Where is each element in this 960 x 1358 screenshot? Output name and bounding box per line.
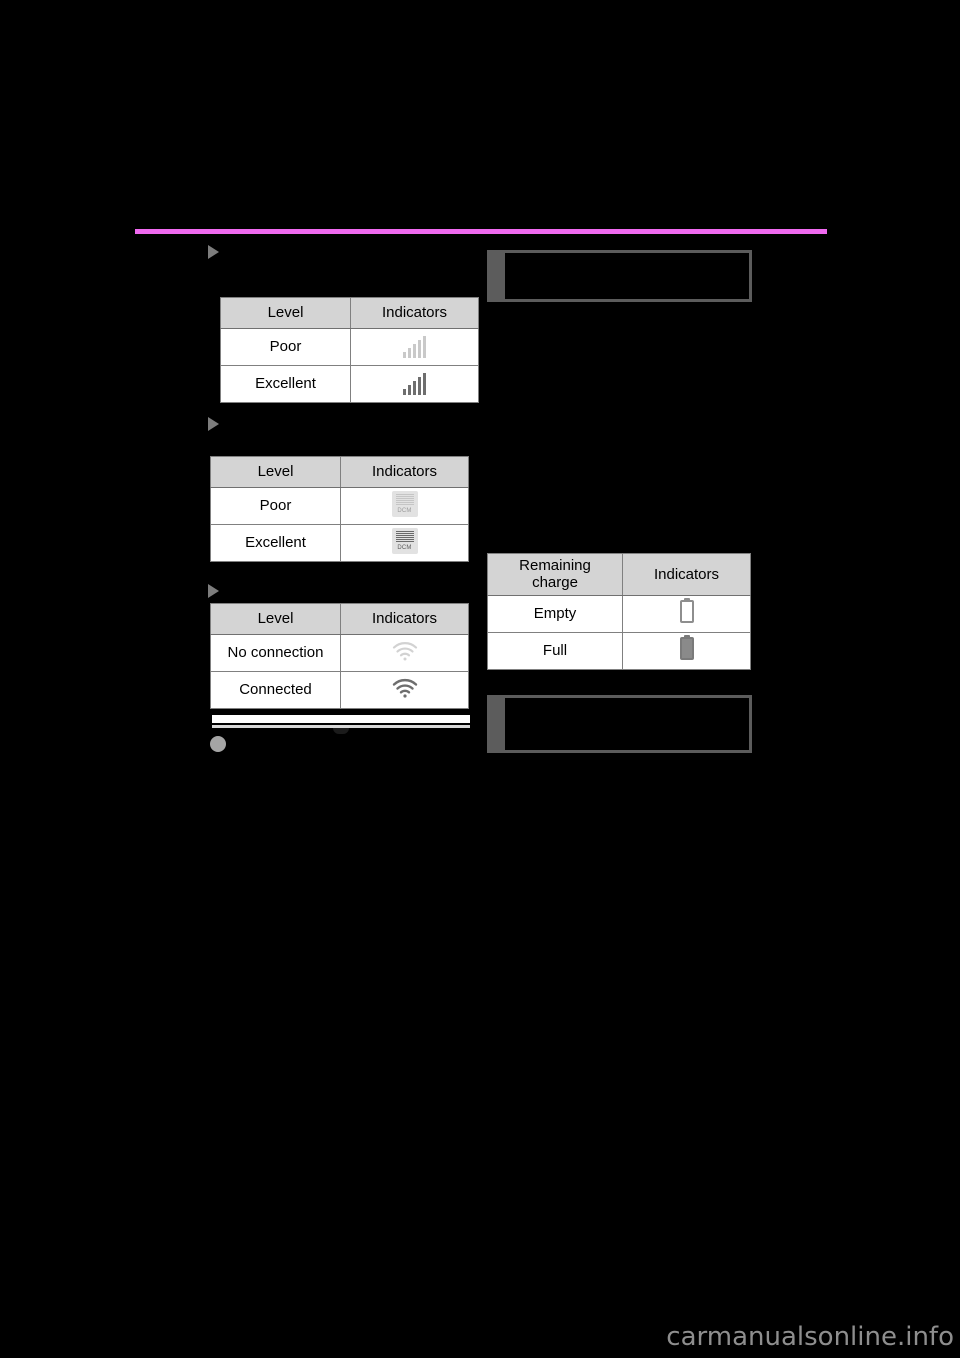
page-divider	[212, 715, 470, 734]
indicator-cell: DCM	[340, 524, 469, 562]
table-header-row: Level Indicators	[210, 603, 469, 635]
level-value-connected: Connected	[210, 671, 341, 709]
table-header-row: Level Indicators	[210, 456, 469, 488]
triangle-right-icon	[208, 584, 219, 598]
column-header-indicators: Indicators	[350, 297, 479, 329]
table-row: Excellent DCM	[210, 524, 469, 562]
table-header-row: Remaining charge Indicators	[487, 553, 751, 596]
column-header-indicators: Indicators	[340, 456, 469, 488]
column-header-level: Level	[210, 603, 341, 635]
indicator-cell	[340, 634, 469, 672]
dcm-weak-icon: DCM	[391, 490, 418, 517]
column-header-level: Level	[220, 297, 351, 329]
battery-empty-icon	[679, 599, 694, 623]
table-row: No connection	[210, 634, 469, 672]
level-value-poor: Poor	[210, 487, 341, 525]
column-header-remaining-charge: Remaining charge	[487, 553, 623, 596]
header-line-1: Remaining	[519, 557, 591, 574]
notice-body	[505, 250, 752, 302]
column-header-indicators: Indicators	[340, 603, 469, 635]
table-header-row: Level Indicators	[220, 297, 479, 329]
manual-page: Level Indicators Poor Excellent Level In…	[0, 0, 960, 1358]
battery-full-icon	[679, 636, 694, 660]
indicator-cell	[350, 365, 479, 403]
dcm-signal-table-wrap: Level Indicators Poor DCM Excellent DCM	[210, 456, 469, 562]
wifi-connection-table-wrap: Level Indicators No connection Connected	[210, 603, 469, 709]
notice-accent-bar	[487, 250, 505, 302]
dcm-signal-section-header	[135, 412, 480, 436]
level-value-poor: Poor	[220, 328, 351, 366]
signal-bars-strong-icon	[403, 373, 426, 395]
divider-notch	[333, 728, 349, 734]
watermark: carmanualsonline.info	[666, 1322, 954, 1352]
indicator-cell	[350, 328, 479, 366]
table-row: Excellent	[220, 365, 479, 403]
level-value-excellent: Excellent	[220, 365, 351, 403]
notice-body	[505, 695, 752, 753]
indicator-cell	[622, 594, 751, 633]
triangle-right-icon	[208, 417, 219, 431]
divider-bar-thick	[212, 715, 470, 723]
charge-value-full: Full	[487, 631, 623, 670]
table-row: Poor	[220, 328, 479, 366]
signal-bars-weak-icon	[403, 336, 426, 358]
dcm-icon-label: DCM	[397, 544, 412, 551]
cellular-signal-table: Level Indicators Poor Excellent	[220, 297, 479, 403]
dcm-strong-icon: DCM	[391, 527, 418, 554]
table-row: Full	[487, 631, 751, 670]
indicator-cell: DCM	[340, 487, 469, 525]
column-header-indicators: Indicators	[622, 553, 751, 596]
table-row: Connected	[210, 671, 469, 709]
level-value-no-connection: No connection	[210, 634, 341, 672]
notice-box-top	[487, 250, 752, 302]
dcm-icon-label: DCM	[397, 507, 412, 514]
wifi-off-icon	[392, 641, 418, 661]
circle-bullet-icon	[210, 736, 226, 752]
header-rule	[135, 229, 827, 234]
triangle-right-icon	[208, 245, 219, 259]
indicator-cell	[340, 671, 469, 709]
table-row: Empty	[487, 594, 751, 633]
wifi-connection-table: Level Indicators No connection Connected	[210, 603, 469, 709]
notice-accent-bar	[487, 695, 505, 753]
charge-value-empty: Empty	[487, 594, 623, 633]
cellular-signal-section-header	[135, 240, 480, 264]
notice-box-bottom	[487, 695, 752, 753]
left-column: Level Indicators Poor Excellent Level In…	[135, 240, 480, 752]
header-line-2: charge	[532, 574, 578, 592]
cellular-signal-table-wrap: Level Indicators Poor Excellent	[220, 297, 479, 403]
wifi-on-icon	[392, 678, 418, 698]
dcm-signal-table: Level Indicators Poor DCM Excellent DCM	[210, 456, 469, 562]
column-header-level: Level	[210, 456, 341, 488]
indicator-cell	[622, 631, 751, 670]
level-value-excellent: Excellent	[210, 524, 341, 562]
wifi-connection-section-header	[135, 579, 480, 603]
table-row: Poor DCM	[210, 487, 469, 525]
battery-charge-table-wrap: Remaining charge Indicators Empty Full	[487, 553, 751, 670]
battery-charge-table: Remaining charge Indicators Empty Full	[487, 553, 751, 670]
